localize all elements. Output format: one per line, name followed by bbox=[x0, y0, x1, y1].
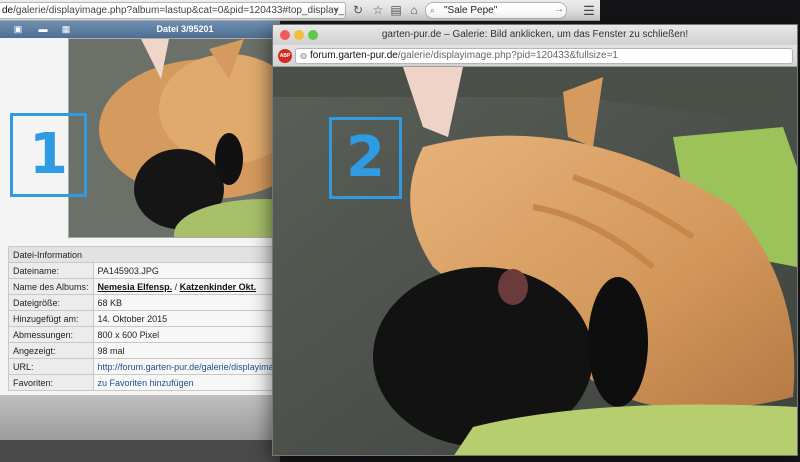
info-icon[interactable]: ▣ bbox=[12, 23, 24, 35]
annotation-label-2: 2 bbox=[329, 117, 402, 199]
back-url-field[interactable]: de/galerie/displayimage.php?album=lastup… bbox=[0, 2, 346, 19]
popup-title-bar: garten-pur.de – Galerie: Bild anklicken,… bbox=[273, 25, 797, 45]
popup-title: garten-pur.de – Galerie: Bild anklicken,… bbox=[381, 29, 689, 40]
popup-url-field[interactable]: forum.garten-pur.de/galerie/displayimage… bbox=[295, 48, 793, 64]
bookmarks-icon[interactable]: ▤ bbox=[388, 2, 404, 19]
url-dropdown-icon[interactable]: ▾ bbox=[330, 4, 342, 16]
back-window-dock bbox=[0, 440, 280, 462]
url-domain: de bbox=[2, 5, 14, 16]
globe-icon: ◍ bbox=[300, 51, 307, 60]
popup-url-path: /galerie/displayimage.php?pid=120433&ful… bbox=[397, 50, 618, 61]
adblock-icon[interactable]: ABP bbox=[278, 49, 292, 63]
minimize-window-button[interactable] bbox=[294, 30, 304, 40]
album-link-nemesia[interactable]: Nemesia Elfensp. bbox=[98, 282, 173, 292]
desktop-background bbox=[600, 0, 800, 24]
image-counter: Datei 3/95201 bbox=[156, 24, 214, 34]
star-icon[interactable]: ☆ bbox=[370, 2, 386, 19]
image-popup-window[interactable]: garten-pur.de – Galerie: Bild anklicken,… bbox=[272, 24, 798, 456]
slideshow-icon[interactable]: ▬ bbox=[37, 23, 49, 35]
close-window-button[interactable] bbox=[280, 30, 290, 40]
popup-url-domain: forum.garten-pur.de bbox=[310, 50, 398, 61]
arrow-right-icon[interactable]: → bbox=[553, 3, 565, 17]
search-icon: ⌕ bbox=[430, 5, 436, 15]
gallery-image[interactable] bbox=[68, 38, 280, 238]
search-input[interactable]: "Sale Pepe" bbox=[425, 2, 567, 19]
annotation-label-1: 1 bbox=[10, 113, 87, 197]
film-icon[interactable]: ▦ bbox=[60, 23, 72, 35]
menu-icon[interactable]: ☰ bbox=[580, 2, 598, 19]
home-icon[interactable]: ⌂ bbox=[406, 2, 422, 19]
reload-icon[interactable]: ↻ bbox=[350, 2, 366, 19]
cat-photo-thumbnail bbox=[69, 39, 279, 237]
popup-url-bar: ABP forum.garten-pur.de/galerie/displayi… bbox=[273, 45, 797, 67]
url-path: /galerie/displayimage.php?album=lastup&c… bbox=[13, 5, 346, 16]
maximize-window-button[interactable] bbox=[308, 30, 318, 40]
album-link-katzenkinder[interactable]: Katzenkinder Okt. bbox=[180, 282, 257, 292]
